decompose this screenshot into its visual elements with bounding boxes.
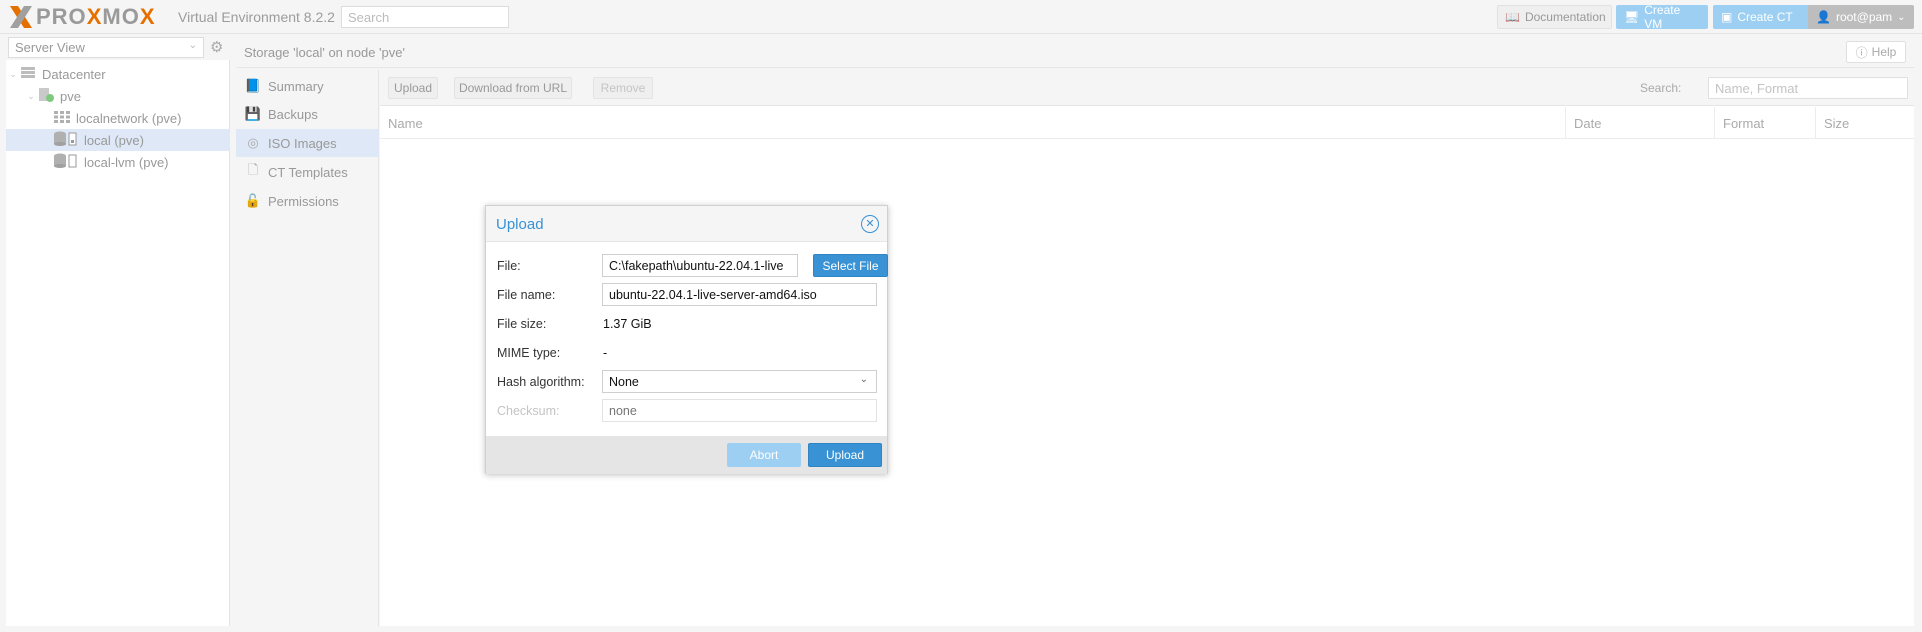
filename-row: File name: [497, 283, 877, 307]
modal-mask [0, 0, 1922, 632]
dialog-title: Upload [496, 216, 544, 233]
upload-button[interactable]: Upload [808, 443, 882, 467]
file-label: File: [497, 259, 521, 273]
filesize-value: 1.37 GiB [603, 317, 652, 331]
hash-row: Hash algorithm: None ⌄ [497, 370, 877, 394]
upload-dialog: Upload ✕ File: Select File File name: Fi… [485, 205, 888, 474]
hash-algorithm-label: Hash algorithm: [497, 375, 585, 389]
hash-algorithm-select[interactable]: None ⌄ [602, 370, 877, 393]
mime-row: MIME type: - [497, 341, 877, 365]
checksum-input[interactable] [602, 399, 877, 422]
filename-input[interactable] [602, 283, 877, 306]
close-icon[interactable]: ✕ [861, 215, 879, 233]
chevron-down-icon: ⌄ [859, 374, 868, 385]
filesize-label: File size: [497, 317, 547, 331]
file-row: File: Select File [497, 254, 888, 278]
dialog-footer: Abort Upload [486, 436, 887, 474]
checksum-label: Checksum: [497, 404, 560, 418]
filename-label: File name: [497, 288, 556, 302]
abort-button[interactable]: Abort [727, 443, 801, 467]
checksum-row: Checksum: [497, 399, 877, 423]
dialog-header: Upload ✕ [486, 206, 887, 242]
mime-label: MIME type: [497, 346, 561, 360]
select-file-button[interactable]: Select File [813, 254, 888, 277]
filesize-row: File size: 1.37 GiB [497, 312, 877, 336]
file-path-input[interactable] [602, 254, 798, 277]
mime-value: - [603, 346, 608, 360]
